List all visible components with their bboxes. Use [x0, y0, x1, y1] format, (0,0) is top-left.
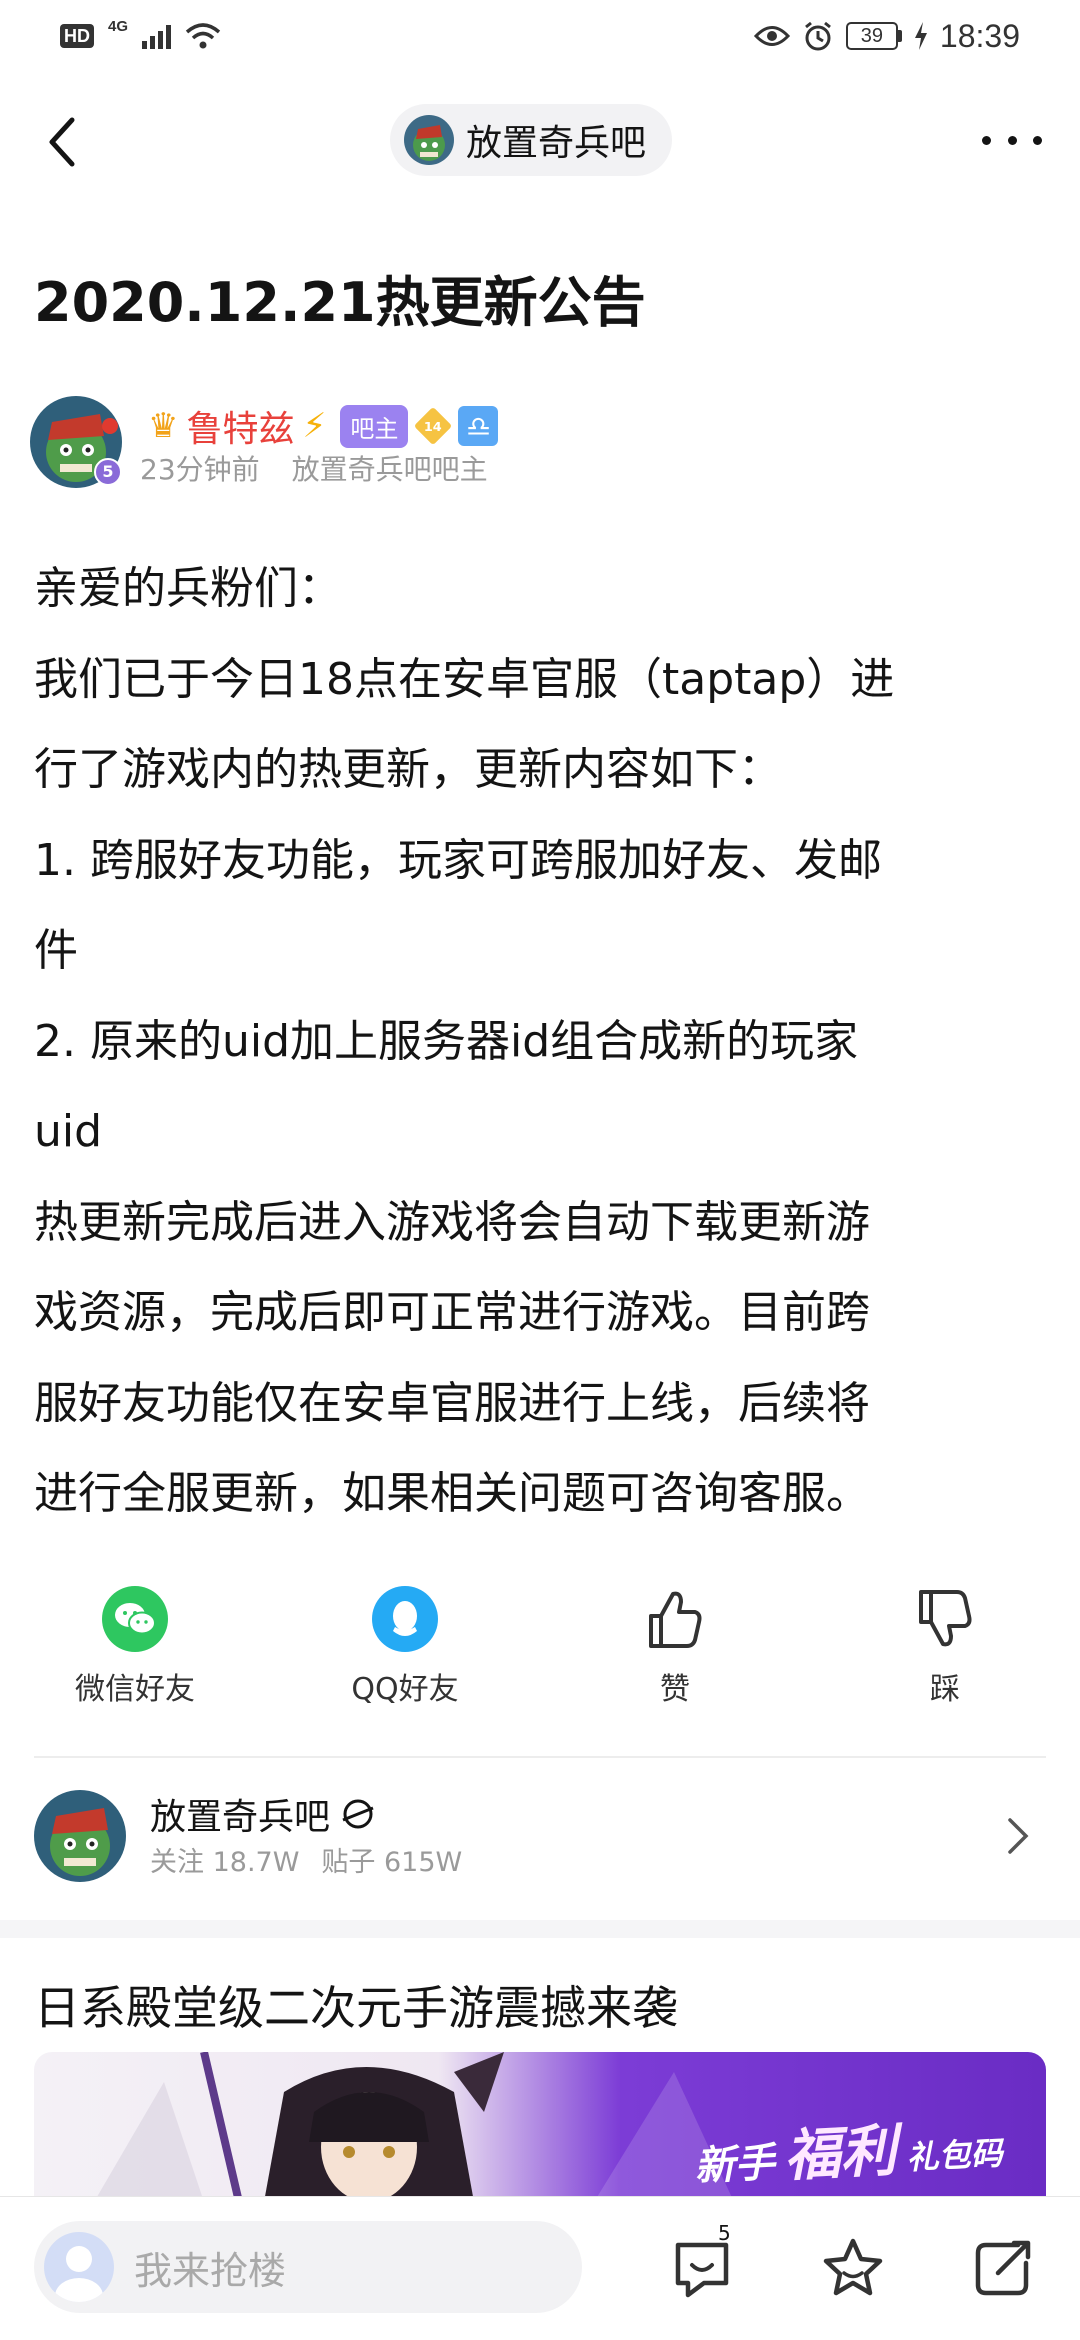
avatar-level-badge: 5: [94, 458, 122, 486]
forum-card-avatar: [34, 1790, 126, 1882]
content-line: uid: [34, 1106, 103, 1157]
dislike-label: 踩: [930, 1672, 960, 1707]
status-right: 39 18:39: [753, 17, 1020, 55]
content-line: 件: [34, 925, 78, 976]
ad-banner-text: 新手 福利 礼包码: [692, 2100, 1004, 2197]
like-button[interactable]: 赞: [575, 1584, 775, 1708]
post-title: 2020.12.21热更新公告: [34, 271, 646, 334]
user-avatar: [44, 2232, 114, 2302]
content-line: 2. 原来的uid加上服务器id组合成新的玩家: [34, 1015, 859, 1067]
level-number: 14: [424, 418, 443, 434]
charging-icon: [914, 22, 927, 50]
author-description: 放置奇兵吧吧主: [291, 453, 488, 486]
chevron-right-icon: [1008, 1818, 1029, 1854]
section-gap: [0, 1920, 1080, 1938]
author-info: 5 ♛ 鲁特兹 ⚡ 吧主 14 ♎ 23分钟前 放置奇兵吧吧主: [30, 396, 1050, 496]
share-icon[interactable]: [968, 2233, 1038, 2303]
hd-badge: HD: [60, 24, 94, 48]
ad-banner-text-3: 礼包码: [905, 2133, 1004, 2177]
like-label: 赞: [660, 1672, 690, 1707]
crown-icon: ♛: [148, 406, 179, 446]
qq-icon: [372, 1586, 438, 1652]
content-line: 行了游戏内的热更新，更新内容如下：: [34, 744, 782, 795]
author-meta: 23分钟前 放置奇兵吧吧主: [140, 448, 488, 488]
content-line: 1. 跨服好友功能，玩家可跨服加好友、发邮: [34, 834, 882, 886]
forum-card[interactable]: 放置奇兵吧 关注 18.7W 贴子 615W: [0, 1760, 1080, 1920]
wechat-icon: [102, 1586, 168, 1652]
content-line: 进行全服更新，如果相关问题可咨询客服。: [34, 1468, 870, 1519]
alarm-icon: [804, 21, 831, 51]
content-line: 服好友功能仅在安卓官服进行上线，后续将: [34, 1377, 870, 1429]
dislike-button[interactable]: 踩: [845, 1584, 1045, 1708]
share-qq-button[interactable]: QQ好友: [305, 1584, 505, 1708]
more-icon[interactable]: [982, 120, 1042, 160]
ad-banner-text-1: 新手: [693, 2139, 776, 2191]
content-line: 热更新完成后进入游戏将会自动下载更新游: [34, 1196, 870, 1248]
thumbs-up-icon: [649, 1591, 702, 1648]
reply-input[interactable]: 我来抢楼: [34, 2221, 582, 2313]
comment-count: 5: [718, 2221, 731, 2245]
forum-followers: 关注 18.7W: [150, 1847, 300, 1878]
status-left: HD 4G: [60, 18, 221, 50]
post-time: 23分钟前: [140, 453, 260, 486]
thumbs-down-icon: [919, 1590, 972, 1647]
level-diamond-icon: 14: [414, 406, 453, 446]
back-icon[interactable]: [40, 114, 90, 170]
eye-icon: [753, 26, 790, 46]
post-content: 亲爱的兵粉们： 我们已于今日18点在安卓官服（taptap）进 行了游戏内的热更…: [34, 544, 1046, 1540]
signal-icon: [142, 23, 172, 49]
libra-icon: ♎: [458, 406, 499, 446]
forum-posts: 贴子 615W: [321, 1847, 463, 1878]
forum-card-stats: 关注 18.7W 贴子 615W: [150, 1840, 462, 1879]
forum-avatar: [404, 115, 454, 165]
star-icon[interactable]: [818, 2233, 888, 2303]
forum-pill[interactable]: 放置奇兵吧: [390, 104, 673, 176]
forum-card-name-row: 放置奇兵吧: [150, 1788, 376, 1840]
forum-name: 放置奇兵吧: [466, 123, 647, 164]
share-row: 微信好友 QQ好友 赞 踩: [0, 1584, 1080, 1714]
nav-bar: 放置奇兵吧: [0, 96, 1080, 186]
reply-placeholder: 我来抢楼: [134, 2248, 287, 2293]
author-name[interactable]: 鲁特兹: [186, 400, 294, 452]
ad-title[interactable]: 日系殿堂级二次元手游震撼来袭: [34, 1972, 678, 2038]
ad-banner[interactable]: 新手 福利 礼包码: [34, 2052, 1046, 2202]
share-qq-label: QQ好友: [351, 1672, 459, 1707]
status-bar: HD 4G 39 18:39: [0, 0, 1080, 72]
planet-icon: [342, 1799, 374, 1829]
clock-time: 18:39: [939, 17, 1020, 54]
lightning-icon: ⚡: [302, 406, 327, 446]
role-tag: 吧主: [340, 404, 409, 448]
share-wechat-button[interactable]: 微信好友: [35, 1584, 235, 1708]
wifi-icon: [185, 23, 221, 49]
battery-indicator: 39: [845, 22, 902, 50]
divider: [34, 1756, 1046, 1758]
author-line: ♛ 鲁特兹 ⚡ 吧主 14 ♎: [148, 400, 499, 452]
content-line: 戏资源，完成后即可正常进行游戏。目前跨: [34, 1287, 870, 1338]
forum-card-name: 放置奇兵吧: [150, 1797, 331, 1838]
share-wechat-label: 微信好友: [75, 1672, 195, 1707]
bottom-bar: 我来抢楼 5: [0, 2196, 1080, 2340]
ad-banner-text-2: 福利: [782, 2118, 898, 2190]
network-type: 4G: [108, 17, 129, 35]
content-line: 我们已于今日18点在安卓官服（taptap）进: [34, 653, 895, 705]
battery-level: 39: [845, 22, 898, 50]
content-line: 亲爱的兵粉们：: [34, 563, 342, 614]
